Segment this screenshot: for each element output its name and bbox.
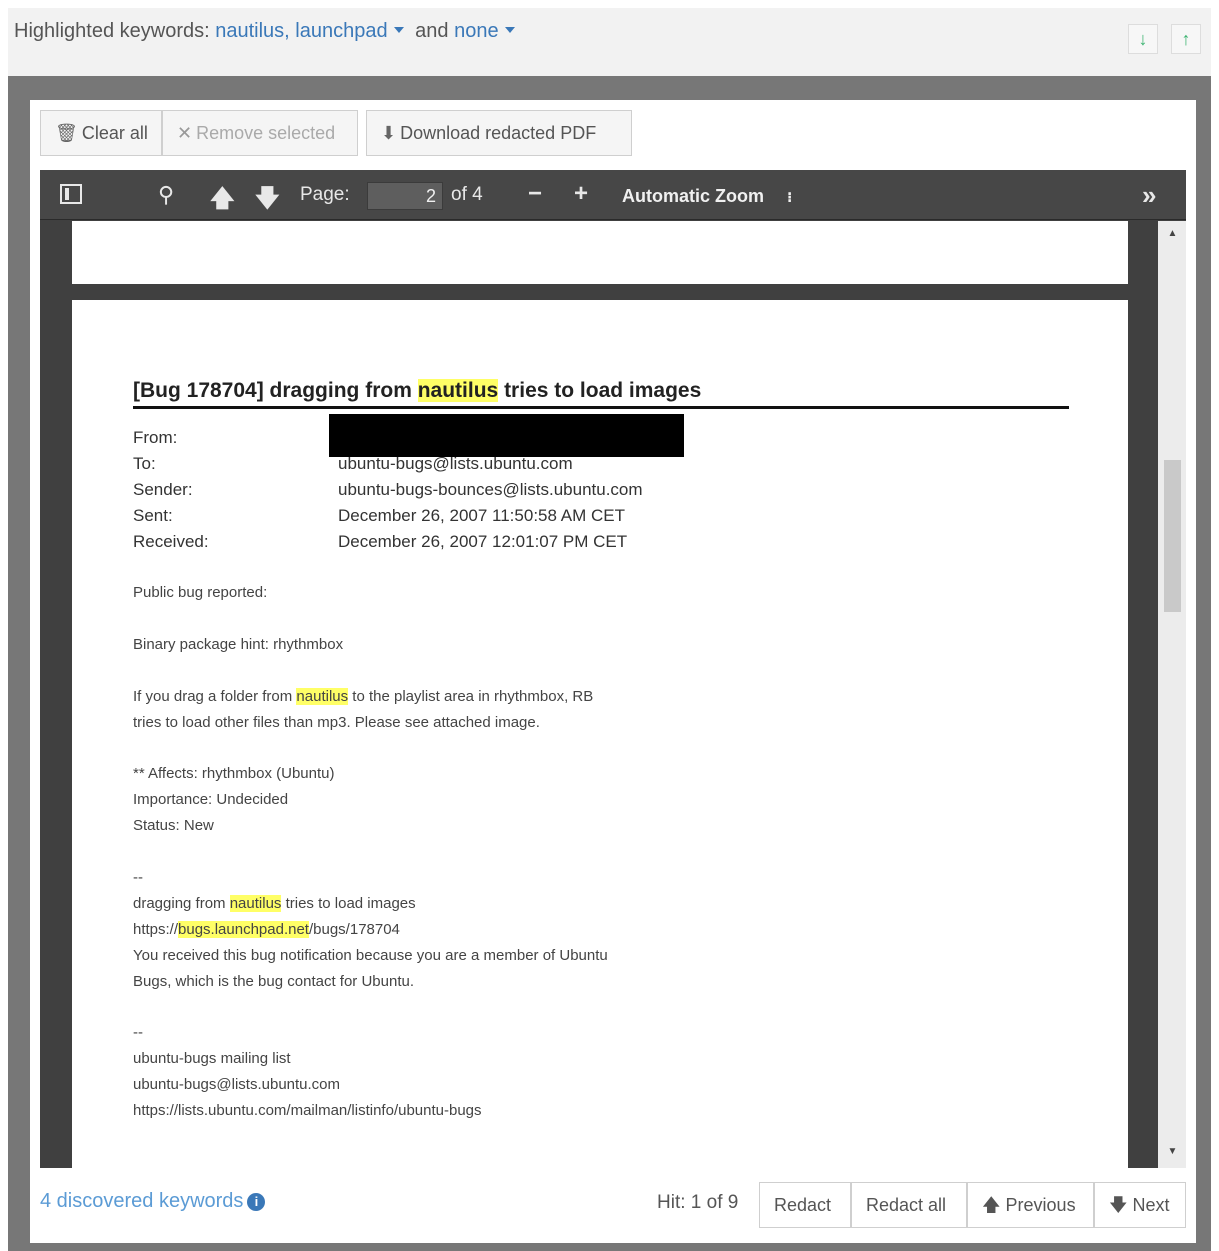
body-line: https://bugs.launchpad.net/bugs/178704 xyxy=(133,921,400,938)
zoom-select[interactable]: Automatic Zoom ⁝ xyxy=(614,181,802,211)
header-value: December 26, 2007 12:01:07 PM CET xyxy=(338,532,628,551)
header-label: Received: xyxy=(133,532,209,551)
header-label: Sent: xyxy=(133,506,173,525)
subject-post: tries to load images xyxy=(498,379,702,402)
scroll-up-icon[interactable]: ▲ xyxy=(1164,228,1181,242)
sidebar-toggle-icon[interactable] xyxy=(60,184,82,204)
zoom-in-icon[interactable]: + xyxy=(574,180,588,208)
header-value: ubuntu-bugs@lists.ubuntu.com xyxy=(338,454,573,473)
header-label: Sender: xyxy=(133,480,193,499)
subject-pre: [Bug 178704] dragging from xyxy=(133,379,418,402)
email-subject: [Bug 178704] dragging from nautilus trie… xyxy=(133,379,701,403)
clear-all-label: Clear all xyxy=(81,123,148,143)
scrollbar-thumb[interactable] xyxy=(1164,460,1181,612)
body-line: If you drag a folder from nautilus to th… xyxy=(133,688,593,705)
page-count: of 4 xyxy=(451,184,483,205)
download-icon: ⬇ xyxy=(381,123,397,143)
close-icon: ✕ xyxy=(177,123,193,143)
select-caret-icon: ⁝ xyxy=(787,189,793,205)
hit-counter: Hit: 1 of 9 xyxy=(657,1192,739,1213)
body-line: -- xyxy=(133,869,143,886)
previous-keyword-button[interactable]: ↑ xyxy=(1171,24,1201,54)
body-line: Public bug reported: xyxy=(133,584,268,601)
tools-menu-icon[interactable]: » xyxy=(1142,180,1156,211)
pdf-page-1 xyxy=(72,221,1128,284)
arrow-down-icon: 🡇 xyxy=(1109,1195,1128,1215)
previous-page-icon[interactable]: 🡅 xyxy=(210,181,235,222)
title-rule xyxy=(133,406,1069,409)
arrow-down-icon: ↓ xyxy=(1138,29,1148,49)
page-number-input[interactable]: 2 xyxy=(367,182,443,210)
header-label: From: xyxy=(133,428,178,447)
download-redacted-pdf-button[interactable]: ⬇ Download redacted PDF xyxy=(366,110,632,156)
body-line: Bugs, which is the bug contact for Ubunt… xyxy=(133,973,414,990)
discovered-keywords-link[interactable]: 4 discovered keywords i xyxy=(40,1190,266,1213)
header-label: To: xyxy=(133,454,156,473)
keyword-nautilus[interactable]: nautilus, xyxy=(215,20,290,42)
body-line: Binary package hint: rhythmbox xyxy=(133,636,344,653)
keywords-prefix: Highlighted keywords: xyxy=(14,20,210,42)
text-span: to the playlist area in rhythmbox, RB xyxy=(348,688,594,705)
keyword-highlight[interactable]: nautilus xyxy=(229,895,282,912)
keyword-none-dropdown[interactable]: none xyxy=(454,20,499,42)
chevron-down-icon[interactable] xyxy=(393,27,404,34)
body-line: -- xyxy=(133,1024,143,1041)
next-label: Next xyxy=(1132,1195,1170,1215)
body-line: ubuntu-bugs@lists.ubuntu.com xyxy=(133,1076,341,1093)
chevron-down-icon[interactable] xyxy=(504,27,515,34)
zoom-out-icon[interactable]: − xyxy=(528,180,542,208)
trash-icon: 🗑 xyxy=(55,123,78,143)
text-span: tries to load images xyxy=(281,895,416,912)
text-span: https:// xyxy=(133,921,179,938)
page-label: Page: xyxy=(300,184,350,205)
header-value: ubuntu-bugs-bounces@lists.ubuntu.com xyxy=(338,480,643,499)
text-span: If you drag a folder from xyxy=(133,688,297,705)
clear-all-button[interactable]: 🗑 Clear all xyxy=(40,110,162,156)
body-line: Status: New xyxy=(133,817,214,834)
remove-selected-label: Remove selected xyxy=(196,123,336,143)
previous-label: Previous xyxy=(1005,1195,1076,1215)
text-span: dragging from xyxy=(133,895,230,912)
body-line: tries to load other files than mp3. Plea… xyxy=(133,714,540,731)
keyword-highlight[interactable]: bugs.launchpad.net xyxy=(178,921,309,938)
next-keyword-button[interactable]: ↓ xyxy=(1128,24,1158,54)
arrow-up-icon: ↑ xyxy=(1181,29,1191,49)
next-page-icon[interactable]: 🡇 xyxy=(255,181,280,222)
scroll-down-icon[interactable]: ▼ xyxy=(1164,1146,1181,1160)
remove-selected-button[interactable]: ✕ Remove selected xyxy=(162,110,358,156)
redact-all-button[interactable]: Redact all xyxy=(851,1182,967,1228)
text-span: /bugs/178704 xyxy=(308,921,400,938)
discovered-keywords-label: 4 discovered keywords xyxy=(40,1190,244,1212)
body-line: ubuntu-bugs mailing list xyxy=(133,1050,291,1067)
keyword-highlight[interactable]: nautilus xyxy=(417,379,499,402)
body-line: Importance: Undecided xyxy=(133,791,289,808)
body-line: ** Affects: rhythmbox (Ubuntu) xyxy=(133,765,335,782)
keyword-launchpad[interactable]: launchpad xyxy=(295,20,387,42)
info-icon[interactable]: i xyxy=(247,1193,266,1211)
search-icon[interactable]: ⚲ xyxy=(158,182,174,208)
keywords-conj: and xyxy=(415,20,449,42)
redaction-box[interactable] xyxy=(329,414,684,457)
download-label: Download redacted PDF xyxy=(400,123,597,143)
arrow-up-icon: 🡅 xyxy=(982,1195,1001,1215)
scrollbar[interactable] xyxy=(1158,221,1186,1168)
previous-hit-button[interactable]: 🡅 Previous xyxy=(967,1182,1094,1228)
body-line: dragging from nautilus tries to load ima… xyxy=(133,895,416,912)
zoom-value: Automatic Zoom xyxy=(622,186,764,206)
body-line: You received this bug notification becau… xyxy=(133,947,608,964)
keyword-highlight[interactable]: nautilus xyxy=(296,688,349,705)
header-value: December 26, 2007 11:50:58 AM CET xyxy=(338,506,625,525)
highlighted-keywords-line: Highlighted keywords: nautilus, launchpa… xyxy=(14,20,521,43)
body-line: https://lists.ubuntu.com/mailman/listinf… xyxy=(133,1102,482,1119)
redact-button[interactable]: Redact xyxy=(759,1182,851,1228)
next-hit-button[interactable]: 🡇 Next xyxy=(1094,1182,1186,1228)
